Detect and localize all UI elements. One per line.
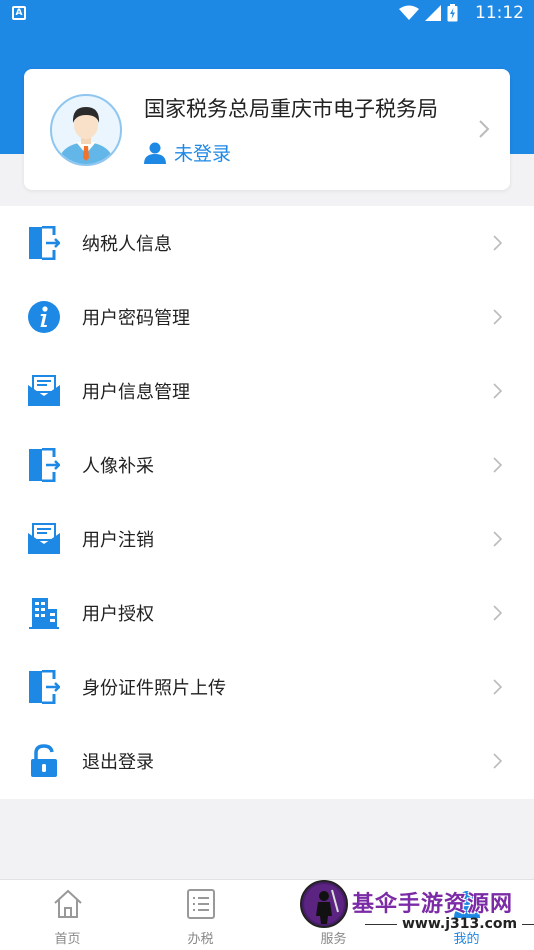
menu-item-logout[interactable]: 退出登录 [0, 724, 534, 798]
lock-icon [27, 742, 61, 780]
menu-label: 用户信息管理 [82, 382, 190, 403]
tab-home[interactable]: 首页 [1, 880, 134, 950]
door-exit-icon [27, 446, 61, 484]
building-icon [27, 594, 61, 632]
org-name: 国家税务总局重庆市电子税务局 [144, 97, 438, 121]
menu-label: 身份证件照片上传 [82, 678, 226, 699]
menu-item-user-info[interactable]: 用户信息管理 [0, 354, 534, 428]
watermark: 基伞手游资源网 www.j313.com [300, 880, 530, 946]
menu-list: 纳税人信息 用户密码管理 用户信息管理 人像补采 用户注销 用户授权 身份证件照… [0, 206, 534, 799]
avatar [50, 94, 122, 166]
chevron-right-icon [493, 383, 502, 399]
menu-label: 用户注销 [82, 530, 154, 551]
user-avatar-icon [58, 107, 114, 164]
notification-icon: A [12, 6, 26, 20]
tab-label: 办税 [187, 932, 214, 947]
status-bar: A 11:12 [0, 0, 534, 28]
chevron-right-icon [479, 120, 490, 138]
chevron-right-icon [493, 753, 502, 769]
login-status-label: 未登录 [174, 143, 232, 165]
signal-icon [425, 5, 441, 21]
menu-label: 人像补采 [82, 456, 154, 477]
chevron-right-icon [493, 235, 502, 251]
menu-item-portrait[interactable]: 人像补采 [0, 428, 534, 502]
menu-item-deregister[interactable]: 用户注销 [0, 502, 534, 576]
menu-label: 用户授权 [82, 604, 154, 625]
menu-item-id-photo-upload[interactable]: 身份证件照片上传 [0, 650, 534, 724]
login-status[interactable]: 未登录 [144, 139, 231, 166]
menu-item-password[interactable]: 用户密码管理 [0, 280, 534, 354]
tab-tax[interactable]: 办税 [134, 880, 267, 950]
info-icon [27, 298, 61, 336]
list-icon [186, 889, 215, 919]
status-time: 11:12 [475, 3, 524, 23]
chevron-right-icon [493, 531, 502, 547]
menu-item-taxpayer-info[interactable]: 纳税人信息 [0, 206, 534, 280]
tab-label: 首页 [54, 932, 81, 947]
menu-label: 纳税人信息 [82, 234, 172, 255]
chevron-right-icon [493, 457, 502, 473]
menu-label: 用户密码管理 [82, 308, 190, 329]
profile-card[interactable]: 国家税务总局重庆市电子税务局 未登录 [24, 69, 510, 190]
chevron-right-icon [493, 605, 502, 621]
menu-item-authorization[interactable]: 用户授权 [0, 576, 534, 650]
chevron-right-icon [493, 679, 502, 695]
user-icon [144, 142, 166, 164]
chevron-right-icon [493, 309, 502, 325]
watermark-logo-icon [300, 880, 348, 928]
door-exit-icon [27, 668, 61, 706]
watermark-title: 基伞手游资源网 [352, 892, 514, 917]
wifi-icon [399, 5, 419, 20]
watermark-url: www.j313.com [360, 916, 534, 932]
mail-icon [27, 372, 61, 410]
battery-icon [447, 4, 458, 22]
door-exit-icon [27, 224, 61, 262]
home-icon [53, 889, 82, 918]
mail-icon [27, 520, 61, 558]
menu-label: 退出登录 [82, 752, 154, 773]
